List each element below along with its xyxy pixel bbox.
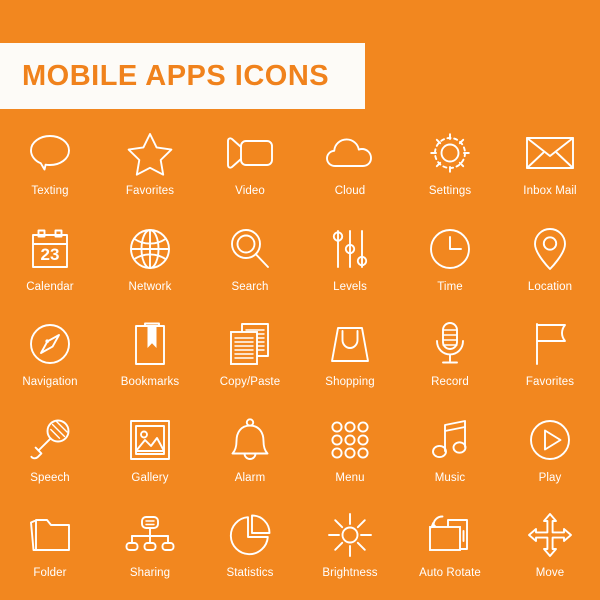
- icon-label: Gallery: [131, 471, 169, 484]
- calendar-icon: 23: [23, 224, 77, 274]
- icon-label: Music: [434, 471, 466, 484]
- icon-set-page: MOBILE APPS ICONS Texting Favorites Vide…: [0, 0, 600, 600]
- picture-frame-icon: [123, 415, 177, 465]
- icon-label: Menu: [335, 471, 365, 484]
- page-title: MOBILE APPS ICONS: [22, 59, 330, 92]
- icon-item-auto-rotate[interactable]: Auto Rotate: [400, 504, 500, 600]
- envelope-icon: [523, 128, 577, 178]
- icon-item-bookmarks[interactable]: Bookmarks: [100, 313, 200, 409]
- studio-microphone-icon: [423, 319, 477, 369]
- icon-item-play[interactable]: Play: [500, 409, 600, 505]
- icon-label: Play: [538, 471, 562, 484]
- icon-label: Location: [527, 280, 573, 293]
- bell-icon: [223, 415, 277, 465]
- icon-label: Sharing: [129, 567, 171, 580]
- icon-label: Alarm: [234, 471, 266, 484]
- sliders-icon: [323, 224, 377, 274]
- icon-label: Search: [231, 280, 269, 293]
- icon-item-location[interactable]: Location: [500, 218, 600, 314]
- share-hierarchy-icon: [123, 510, 177, 560]
- icon-label: Texting: [31, 185, 69, 197]
- star-icon: [123, 128, 177, 178]
- globe-icon: [123, 224, 177, 274]
- icon-label: Auto Rotate: [419, 567, 481, 580]
- icon-item-menu[interactable]: Menu: [300, 409, 400, 505]
- icon-item-alarm[interactable]: Alarm: [200, 409, 300, 505]
- icon-item-brightness[interactable]: Brightness: [300, 504, 400, 600]
- icon-item-copy-paste[interactable]: Copy/Paste: [200, 313, 300, 409]
- icon-item-favorites-flag[interactable]: Favorites: [500, 313, 600, 409]
- icon-label: Brightness: [322, 567, 378, 580]
- icon-label: Favorites: [525, 376, 575, 389]
- icon-label: Folder: [33, 567, 67, 580]
- icon-label: Time: [437, 280, 463, 293]
- play-circle-icon: [523, 415, 577, 465]
- icon-label: Cloud: [334, 185, 366, 197]
- icon-label: Levels: [333, 280, 367, 293]
- icon-item-favorites-star[interactable]: Favorites: [100, 122, 200, 218]
- icon-label: Calendar: [26, 280, 74, 293]
- icon-item-shopping[interactable]: Shopping: [300, 313, 400, 409]
- icon-item-texting[interactable]: Texting: [0, 122, 100, 218]
- book-bookmark-icon: [123, 319, 177, 369]
- icon-label: Favorites: [125, 185, 175, 197]
- icon-label: Shopping: [325, 376, 375, 389]
- icon-item-speech[interactable]: Speech: [0, 409, 100, 505]
- icon-label: Video: [235, 185, 265, 197]
- icon-item-statistics[interactable]: Statistics: [200, 504, 300, 600]
- sun-icon: [323, 510, 377, 560]
- magnifier-icon: [223, 224, 277, 274]
- icon-label: Network: [128, 280, 172, 293]
- flag-icon: [523, 319, 577, 369]
- icon-label: Copy/Paste: [219, 376, 281, 389]
- icon-grid: Texting Favorites Video Cloud Settings I…: [0, 122, 600, 600]
- icon-item-settings[interactable]: Settings: [400, 122, 500, 218]
- map-pin-icon: [523, 224, 577, 274]
- icon-item-search[interactable]: Search: [200, 218, 300, 314]
- shopping-bag-icon: [323, 319, 377, 369]
- handheld-microphone-icon: [23, 415, 77, 465]
- speech-bubble-icon: [23, 128, 77, 178]
- icon-item-network[interactable]: Network: [100, 218, 200, 314]
- icon-item-record[interactable]: Record: [400, 313, 500, 409]
- icon-item-video[interactable]: Video: [200, 122, 300, 218]
- icon-item-navigation[interactable]: Navigation: [0, 313, 100, 409]
- icon-item-move[interactable]: Move: [500, 504, 600, 600]
- move-arrows-icon: [523, 510, 577, 560]
- icon-label: Record: [431, 376, 469, 389]
- icon-item-gallery[interactable]: Gallery: [100, 409, 200, 505]
- compass-icon: [23, 319, 77, 369]
- icon-item-calendar[interactable]: 23 Calendar: [0, 218, 100, 314]
- icon-label: Inbox Mail: [523, 185, 577, 197]
- copy-pages-icon: [223, 319, 277, 369]
- pie-chart-icon: [223, 510, 277, 560]
- icon-label: Settings: [428, 185, 472, 197]
- music-note-icon: [423, 415, 477, 465]
- cloud-icon: [323, 128, 377, 178]
- icon-label: Move: [535, 567, 565, 580]
- icon-item-sharing[interactable]: Sharing: [100, 504, 200, 600]
- icon-label: Speech: [30, 471, 70, 484]
- gear-icon: [423, 128, 477, 178]
- icon-item-inbox-mail[interactable]: Inbox Mail: [500, 122, 600, 218]
- icon-label: Navigation: [22, 376, 78, 389]
- icon-item-folder[interactable]: Folder: [0, 504, 100, 600]
- icon-item-cloud[interactable]: Cloud: [300, 122, 400, 218]
- calendar-day-number: 23: [41, 245, 60, 264]
- title-banner: MOBILE APPS ICONS: [0, 43, 365, 109]
- video-camera-icon: [223, 128, 277, 178]
- grid-dots-icon: [323, 415, 377, 465]
- auto-rotate-icon: [423, 510, 477, 560]
- icon-label: Bookmarks: [120, 376, 180, 389]
- icon-item-time[interactable]: Time: [400, 218, 500, 314]
- folder-icon: [23, 510, 77, 560]
- clock-icon: [423, 224, 477, 274]
- icon-item-levels[interactable]: Levels: [300, 218, 400, 314]
- icon-label: Statistics: [226, 567, 274, 580]
- icon-item-music[interactable]: Music: [400, 409, 500, 505]
